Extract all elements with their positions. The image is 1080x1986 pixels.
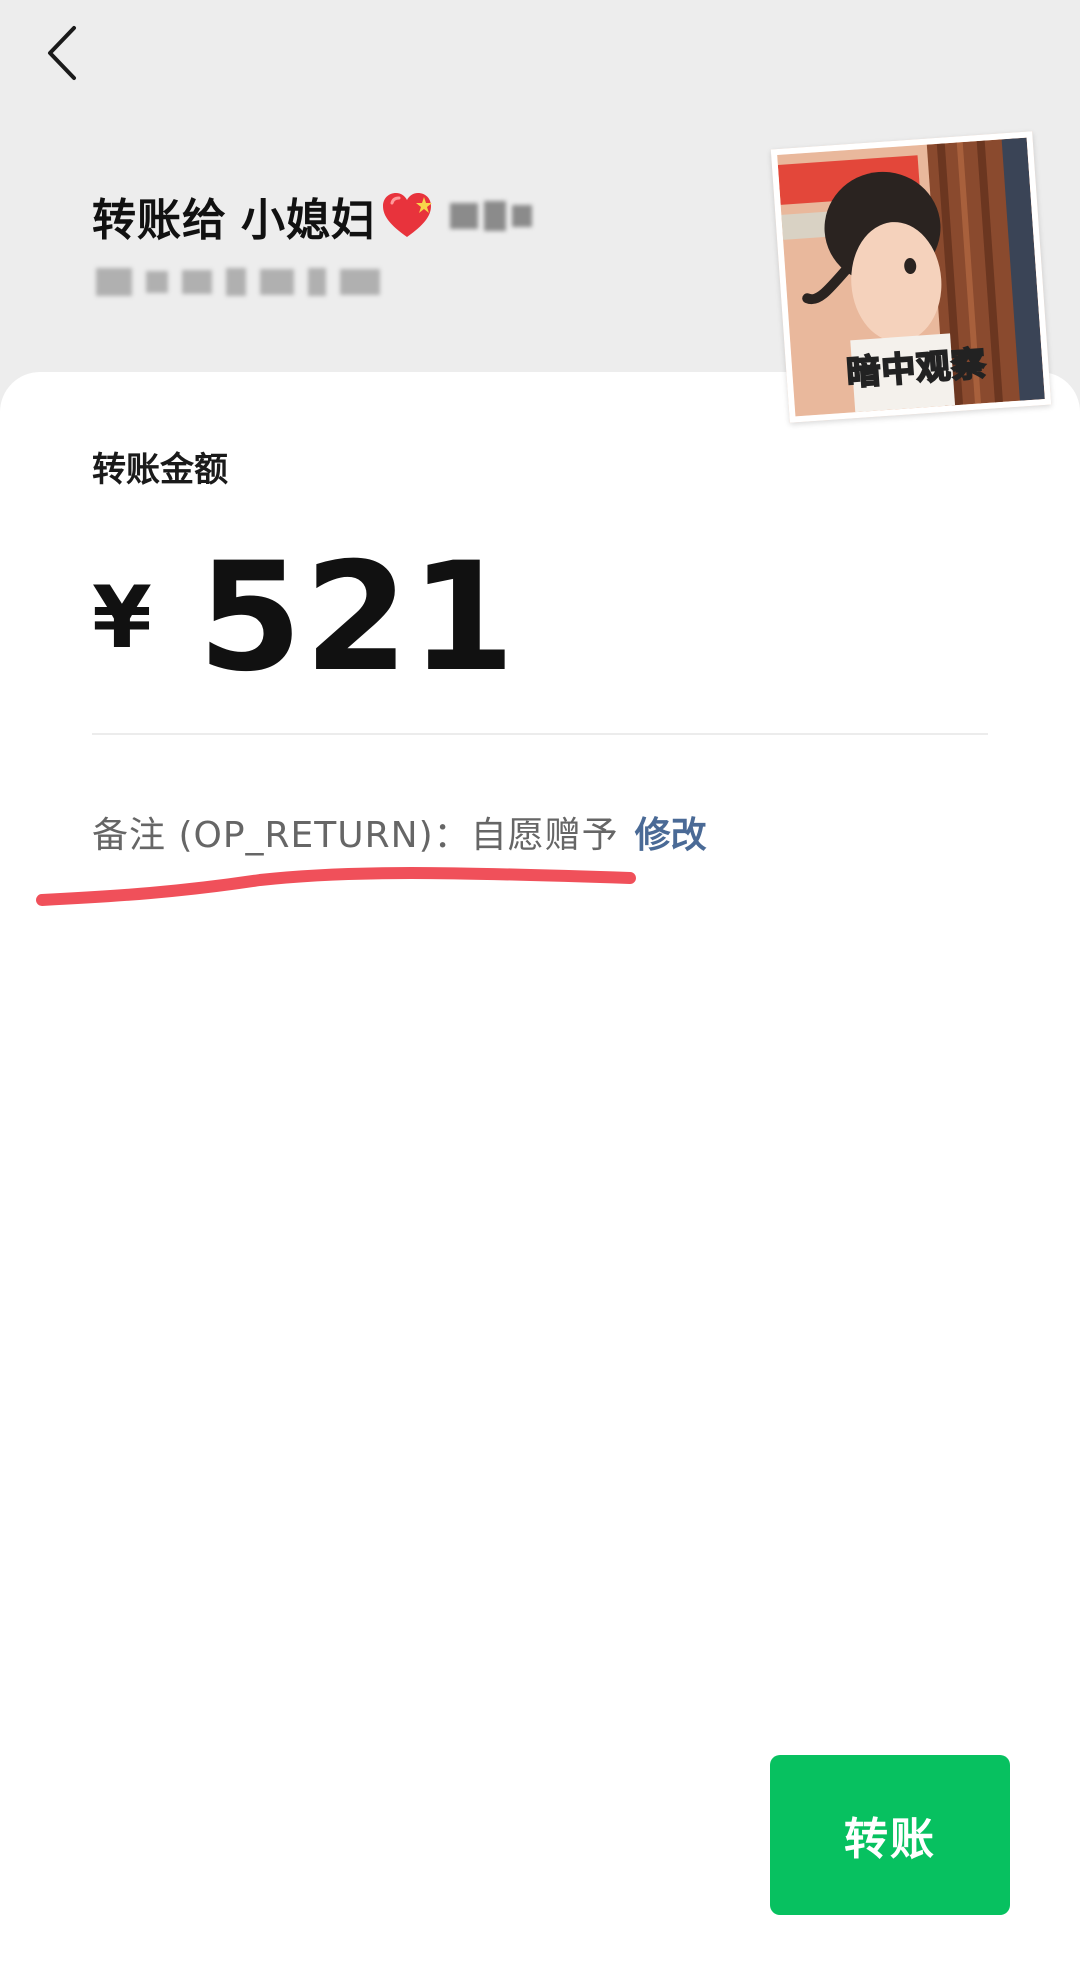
transfer-button[interactable]: 转账: [770, 1755, 1010, 1915]
sticker-image: 暗中观察: [770, 131, 1052, 423]
divider: [92, 733, 988, 735]
currency-symbol: ¥: [92, 568, 152, 668]
remark-row: 备注 (OP_RETURN)：自愿赠予 修改: [92, 806, 707, 858]
red-underline-annotation: [36, 867, 636, 906]
heart-icon: [383, 193, 432, 237]
sticker-caption: 暗中观察: [844, 343, 988, 395]
recipient-line: 转账给 小媳妇: [92, 186, 532, 246]
amount-row[interactable]: ¥ 521: [92, 543, 517, 693]
amount-label: 转账金额: [92, 450, 228, 490]
remark-text: 备注 (OP_RETURN)：自愿赠予: [92, 815, 619, 856]
recipient-prefix: 转账给: [92, 195, 227, 246]
chevron-left-icon: [48, 26, 76, 80]
amount-input[interactable]: 521: [198, 543, 517, 693]
edit-remark-link[interactable]: 修改: [635, 806, 707, 858]
blurred-nickname: [450, 201, 532, 231]
back-button[interactable]: [36, 18, 88, 88]
transfer-card: 转账金额 ¥ 521 备注 (OP_RETURN)：自愿赠予 修改 转账: [0, 372, 1080, 1986]
recipient-name: 小媳妇: [241, 195, 376, 246]
blurred-account-info: [96, 268, 380, 296]
